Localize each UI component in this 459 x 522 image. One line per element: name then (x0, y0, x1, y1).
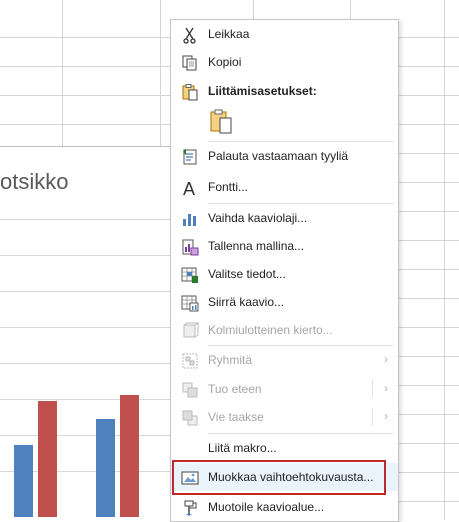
menu-item-move-chart[interactable]: Siirrä kaavio... (171, 288, 398, 316)
column-gridline (160, 0, 161, 146)
menu-item-reset-style[interactable]: Palauta vastaamaan tyyliä (171, 142, 398, 170)
menu-item-label: Vie taakse (208, 410, 264, 424)
menu-item-cut[interactable]: Leikkaa (171, 20, 398, 48)
chart-title[interactable]: otsikko (0, 169, 68, 195)
menu-item-label: Liittämisasetukset: (208, 84, 317, 98)
paste-keep-formatting-button[interactable] (209, 108, 235, 136)
send-backward-icon (181, 409, 199, 427)
group-icon (181, 352, 199, 370)
menu-item-send-backward: Vie taakse › (171, 403, 398, 431)
submenu-arrow-icon: › (384, 409, 388, 423)
menu-item-copy[interactable]: Kopioi (171, 48, 398, 76)
format-chart-area-icon (181, 499, 199, 517)
split-divider (372, 380, 373, 398)
copy-icon (181, 54, 199, 72)
menu-item-label: Fontti... (208, 180, 249, 194)
menu-item-label: Muotoile kaavioalue... (208, 500, 325, 514)
menu-item-change-chart-type[interactable]: Vaihda kaaviolaji... (171, 204, 398, 232)
menu-item-paste-options: Liittämisasetukset: (171, 77, 398, 105)
bring-forward-icon (181, 381, 199, 399)
menu-item-label: Palauta vastaamaan tyyliä (208, 149, 349, 163)
menu-item-label: Tuo eteen (208, 382, 262, 396)
paste-keep-formatting-icon (209, 109, 235, 140)
context-menu[interactable]: Leikkaa Kopioi Liittämisasetukset: Palau… (170, 19, 399, 522)
select-data-icon (181, 266, 199, 284)
menu-item-assign-macro[interactable]: Liitä makro... (171, 434, 398, 462)
chart-bar-red[interactable] (120, 395, 139, 517)
svg-text:A: A (183, 179, 195, 197)
menu-item-font[interactable]: A Fontti... (171, 173, 398, 201)
column-gridline (444, 0, 445, 520)
chart-bar-red[interactable] (38, 401, 57, 517)
column-gridline (62, 0, 63, 146)
menu-item-label: Kolmiulotteinen kierto... (208, 323, 333, 337)
menu-item-select-data[interactable]: Valitse tiedot... (171, 260, 398, 288)
menu-item-label: Kopioi (208, 55, 242, 69)
paste-options-icon (181, 83, 199, 101)
3d-rotation-icon (181, 322, 200, 340)
menu-item-label: Tallenna mallina... (208, 239, 305, 253)
menu-item-label: Ryhmitä (208, 353, 253, 367)
split-divider (372, 408, 373, 426)
scissors-icon (181, 26, 199, 44)
menu-item-label: Valitse tiedot... (208, 267, 286, 281)
move-chart-icon (181, 294, 199, 312)
menu-item-group: Ryhmitä › (171, 346, 398, 374)
menu-item-format-chart-area[interactable]: Muotoile kaavioalue... (171, 493, 398, 521)
reset-style-icon (181, 148, 199, 166)
chart-bar-blue[interactable] (96, 419, 115, 517)
highlight-box (172, 460, 386, 495)
menu-item-label: Liitä makro... (208, 441, 277, 455)
submenu-arrow-icon: › (384, 381, 388, 395)
submenu-arrow-icon: › (384, 352, 388, 366)
menu-item-label: Siirrä kaavio... (208, 295, 285, 309)
menu-item-label: Leikkaa (208, 27, 250, 41)
menu-item-3d-rotation: Kolmiulotteinen kierto... (171, 316, 398, 344)
menu-item-bring-forward: Tuo eteen › (171, 375, 398, 403)
menu-item-save-as-template[interactable]: Tallenna mallina... (171, 232, 398, 260)
font-icon: A (181, 179, 199, 199)
save-as-template-icon (181, 238, 199, 256)
chart-bar-blue[interactable] (14, 445, 33, 517)
menu-item-label: Vaihda kaaviolaji... (208, 211, 308, 225)
change-chart-type-icon (181, 210, 199, 228)
